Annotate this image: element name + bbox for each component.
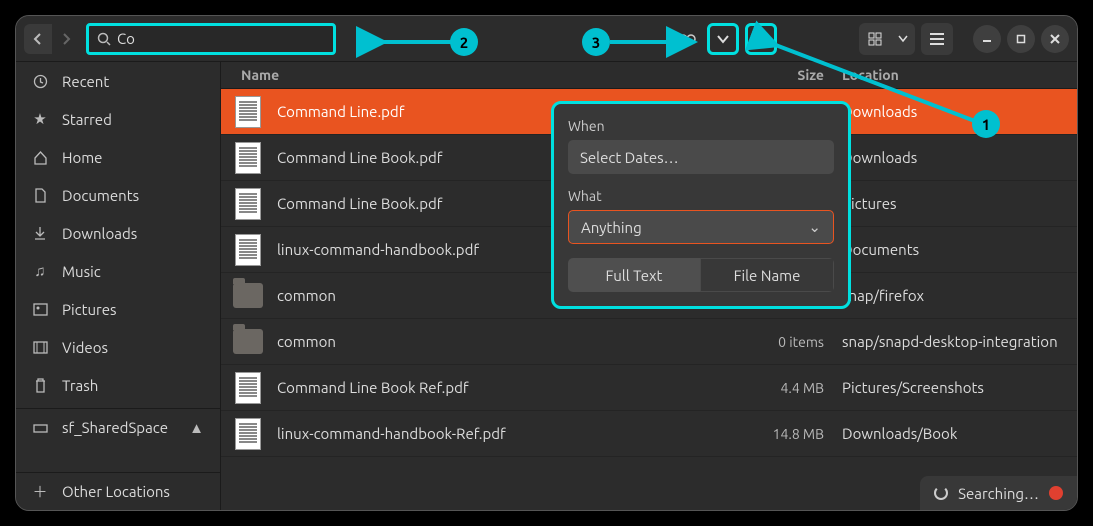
search-icon (97, 32, 111, 46)
sidebar-item-label: sf_SharedSpace (62, 419, 168, 436)
search-input[interactable] (117, 30, 325, 47)
table-row[interactable]: linux-command-handbook-Ref.pdf14.8 MBDow… (221, 411, 1077, 457)
trash-icon (32, 377, 48, 393)
sidebar-item-label: Downloads (62, 225, 137, 242)
sidebar-item-label: Pictures (62, 301, 117, 318)
clock-icon (32, 73, 48, 89)
file-size: 14.8 MB (747, 426, 842, 442)
annotation-bubble-1: 1 (972, 110, 1000, 138)
sidebar-item-downloads[interactable]: Downloads (16, 214, 220, 252)
status-text: Searching… (958, 485, 1039, 502)
annotation-arrow-1 (765, 38, 995, 138)
video-icon (32, 339, 48, 355)
sidebar-item-label: Videos (62, 339, 108, 356)
search-filter-dropdown[interactable] (707, 23, 739, 55)
when-field[interactable]: Select Dates… (568, 140, 834, 174)
home-icon (32, 149, 48, 165)
maximize-button[interactable] (1007, 25, 1035, 53)
sidebar-item-label: Trash (62, 377, 98, 394)
download-icon (32, 225, 48, 241)
table-row[interactable]: Command Line Book Ref.pdf4.4 MBPictures/… (221, 365, 1077, 411)
fulltext-option[interactable]: Full Text (568, 258, 700, 292)
sidebar-item-mount[interactable]: sf_SharedSpace ▲ (16, 408, 220, 446)
sidebar-item-label: Other Locations (62, 483, 170, 500)
col-name[interactable]: Name (241, 67, 747, 83)
folder-icon (233, 278, 263, 314)
sidebar-item-documents[interactable]: Documents (16, 176, 220, 214)
pdf-icon (233, 186, 263, 222)
annotation-bubble-3: 3 (582, 28, 610, 56)
file-location: Documents (842, 241, 1077, 258)
sidebar: Recent ★ Starred Home Documents Downloads… (16, 62, 221, 510)
sidebar-item-label: Home (62, 149, 102, 166)
annotation-bubble-2: 2 (450, 28, 478, 56)
pdf-icon (233, 232, 263, 268)
file-location: Pictures (842, 195, 1077, 212)
sidebar-item-label: Starred (62, 111, 112, 128)
folder-icon (233, 324, 263, 360)
file-name: Command Line Book Ref.pdf (277, 379, 747, 396)
annotation-arrow-3 (610, 32, 700, 52)
pdf-icon (233, 140, 263, 176)
what-field[interactable]: Anything⌄ (568, 210, 834, 244)
status-bar: Searching… (920, 476, 1077, 510)
chevron-down-icon: ⌄ (808, 218, 821, 236)
drive-icon (32, 420, 48, 436)
sidebar-item-pictures[interactable]: Pictures (16, 290, 220, 328)
music-icon: ♫ (32, 263, 48, 279)
filename-option[interactable]: File Name (700, 258, 834, 292)
forward-button[interactable] (52, 24, 80, 54)
search-box[interactable] (86, 23, 336, 55)
sidebar-item-label: Documents (62, 187, 139, 204)
search-mode-segmented: Full Text File Name (568, 258, 834, 292)
file-size: 0 items (747, 334, 842, 350)
file-location: snap/firefox (842, 287, 1077, 304)
pdf-icon (233, 416, 263, 452)
file-name: linux-command-handbook-Ref.pdf (277, 425, 747, 442)
stop-search-button[interactable] (1049, 486, 1063, 500)
nav-group (24, 24, 80, 54)
sidebar-item-videos[interactable]: Videos (16, 328, 220, 366)
doc-icon (32, 187, 48, 203)
eject-icon[interactable]: ▲ (189, 419, 204, 437)
file-location: snap/snapd-desktop-integration (842, 333, 1077, 350)
pdf-icon (233, 94, 263, 130)
sidebar-item-music[interactable]: ♫ Music (16, 252, 220, 290)
sidebar-item-other-locations[interactable]: ＋ Other Locations (16, 472, 220, 510)
file-location: Downloads (842, 149, 1077, 166)
sidebar-item-recent[interactable]: Recent (16, 62, 220, 100)
file-size: 4.4 MB (747, 380, 842, 396)
back-button[interactable] (24, 24, 52, 54)
sidebar-item-label: Recent (62, 73, 109, 90)
plus-icon: ＋ (32, 484, 48, 500)
sidebar-item-label: Music (62, 263, 101, 280)
spinner-icon (934, 486, 948, 500)
pdf-icon (233, 370, 263, 406)
sidebar-item-trash[interactable]: Trash (16, 366, 220, 404)
sidebar-item-home[interactable]: Home (16, 138, 220, 176)
what-label: What (568, 188, 834, 204)
file-location: Pictures/Screenshots (842, 379, 1077, 396)
chevron-down-icon (717, 34, 729, 44)
close-button[interactable] (1041, 25, 1069, 53)
sidebar-item-starred[interactable]: ★ Starred (16, 100, 220, 138)
table-row[interactable]: common0 itemssnap/snapd-desktop-integrat… (221, 319, 1077, 365)
picture-icon (32, 301, 48, 317)
star-icon: ★ (32, 111, 48, 127)
file-name: common (277, 333, 747, 350)
file-location: Downloads/Book (842, 425, 1077, 442)
